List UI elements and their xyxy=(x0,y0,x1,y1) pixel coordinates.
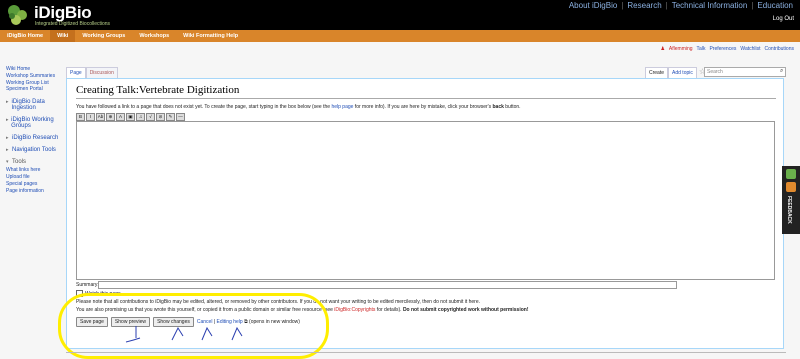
editor-toolbar: B I Ab ⊕ A ▣ ♫ √ ⊘ ✎ — xyxy=(76,113,185,121)
sidebar: Wiki Home Workshop Summaries Working Gro… xyxy=(6,66,66,194)
sidebar-item-upload-file[interactable]: Upload file xyxy=(6,174,66,181)
sidebar-section-label: Tools xyxy=(12,159,27,166)
footer-divider xyxy=(66,352,786,353)
intro-text-part: You have followed a link to a page that … xyxy=(76,104,332,110)
tab-create[interactable]: Create xyxy=(645,67,669,78)
sidebar-section-label: iDigBio Research xyxy=(12,135,59,142)
sidebar-item-specimen-portal[interactable]: Specimen Portal xyxy=(6,86,66,93)
sidebar-section-label: Navigation Tools xyxy=(12,147,56,154)
nav-item-working-groups[interactable]: Working Groups xyxy=(75,30,132,42)
idigbio-logo[interactable]: iDigBio Integrated Digitized Biocollecti… xyxy=(4,2,110,28)
tab-page[interactable]: Page xyxy=(66,67,86,78)
copyright-warning: Do not submit copyrighted work without p… xyxy=(402,307,529,313)
namespace-tabs: Page Discussion xyxy=(66,67,118,78)
italic-icon[interactable]: I xyxy=(86,113,95,121)
sidebar-item-working-group-list[interactable]: Working Group List xyxy=(6,80,66,87)
image-icon[interactable]: ▣ xyxy=(126,113,135,121)
signature-icon[interactable]: ✎ xyxy=(166,113,175,121)
link-icon[interactable]: Ab xyxy=(96,113,105,121)
sidebar-section-navigation-tools[interactable]: ▸ Navigation Tools xyxy=(6,147,66,153)
sidebar-item-workshop-summaries[interactable]: Workshop Summaries xyxy=(6,73,66,80)
top-link-technical[interactable]: Technical Information xyxy=(672,1,748,10)
logo-icon xyxy=(8,5,27,25)
user-icon: ♟ xyxy=(660,46,665,52)
nav-item-formatting-help[interactable]: Wiki Formatting Help xyxy=(176,30,245,42)
search-icon[interactable]: ⌕ xyxy=(780,68,783,75)
sidebar-section-working-groups[interactable]: ▸ iDigBio Working Groups xyxy=(6,117,66,129)
logout-link[interactable]: Log Out xyxy=(773,16,794,22)
help-page-link[interactable]: help page xyxy=(331,104,353,110)
top-links: About iDigBio | Research | Technical Inf… xyxy=(569,1,793,10)
intro-text: You have followed a link to a page that … xyxy=(76,104,521,110)
top-link-separator: | xyxy=(621,1,624,10)
search-input[interactable]: Search xyxy=(704,67,786,77)
sidebar-section-tools[interactable]: ▾ Tools xyxy=(6,159,66,165)
sidebar-section-label: iDigBio Working Groups xyxy=(11,117,54,130)
logo-subtitle: Integrated Digitized Biocollections xyxy=(35,21,111,27)
user-link[interactable]: Aflemming xyxy=(669,46,693,52)
talk-link[interactable]: Talk xyxy=(697,46,706,52)
personal-tools: ♟ Aflemming Talk Preferences Watchlist C… xyxy=(660,46,794,52)
tab-add-topic[interactable]: Add topic xyxy=(668,67,697,78)
sidebar-item-wiki-home[interactable]: Wiki Home xyxy=(6,66,66,73)
edit-textarea[interactable] xyxy=(76,121,775,280)
sidebar-item-special-pages[interactable]: Special pages xyxy=(6,181,66,188)
intro-text-part: button. xyxy=(503,104,521,110)
title-divider xyxy=(76,98,776,99)
intro-text-part: for more info). If you are here by mista… xyxy=(353,104,493,110)
copyrights-link[interactable]: iDigBio:Copyrights xyxy=(334,307,375,313)
thumbs-up-icon[interactable] xyxy=(786,169,796,179)
sidebar-section-data-ingestion[interactable]: ▸ iDigBio Data Ingestion xyxy=(6,99,66,111)
top-link-education[interactable]: Education xyxy=(757,1,793,10)
bold-icon[interactable]: B xyxy=(76,113,85,121)
top-header: iDigBio Integrated Digitized Biocollecti… xyxy=(0,0,800,30)
sidebar-section-research[interactable]: ▸ iDigBio Research xyxy=(6,135,66,141)
intro-bold-text: back xyxy=(492,104,504,110)
media-icon[interactable]: ♫ xyxy=(136,113,145,121)
sidebar-item-page-information[interactable]: Page information xyxy=(6,188,66,195)
summary-label: Summary: xyxy=(76,282,99,288)
summary-input[interactable] xyxy=(98,281,677,289)
math-icon[interactable]: √ xyxy=(146,113,155,121)
contributions-link[interactable]: Contributions xyxy=(765,46,794,52)
tab-discussion[interactable]: Discussion xyxy=(85,67,118,78)
top-link-about[interactable]: About iDigBio xyxy=(569,1,617,10)
nowiki-icon[interactable]: ⊘ xyxy=(156,113,165,121)
nav-item-wiki[interactable]: Wiki xyxy=(50,30,76,42)
nav-item-workshops[interactable]: Workshops xyxy=(132,30,176,42)
feedback-widget[interactable]: FEEDBACK xyxy=(782,166,800,234)
top-link-separator: | xyxy=(665,1,668,10)
top-link-separator: | xyxy=(751,1,754,10)
feedback-label: FEEDBACK xyxy=(786,196,792,224)
main-nav-bar: iDigBio Home Wiki Working Groups Worksho… xyxy=(0,30,800,42)
logo-text: iDigBio xyxy=(34,3,92,22)
action-tabs: Create Add topic ☆ xyxy=(645,67,709,78)
watchlist-link[interactable]: Watchlist xyxy=(740,46,760,52)
copyright-text: for details). xyxy=(375,307,403,313)
external-link-icon[interactable]: ⊕ xyxy=(106,113,115,121)
horizontal-line-icon[interactable]: — xyxy=(176,113,185,121)
sidebar-item-what-links-here[interactable]: What links here xyxy=(6,167,66,174)
nav-item-home[interactable]: iDigBio Home xyxy=(0,30,50,42)
page-title: Creating Talk:Vertebrate Digitization xyxy=(76,84,240,96)
sidebar-section-label: iDigBio Data Ingestion xyxy=(11,99,45,112)
headline-icon[interactable]: A xyxy=(116,113,125,121)
highlight-annotation xyxy=(58,293,329,359)
thumbs-down-icon[interactable] xyxy=(786,182,796,192)
top-link-research[interactable]: Research xyxy=(627,1,661,10)
preferences-link[interactable]: Preferences xyxy=(709,46,736,52)
